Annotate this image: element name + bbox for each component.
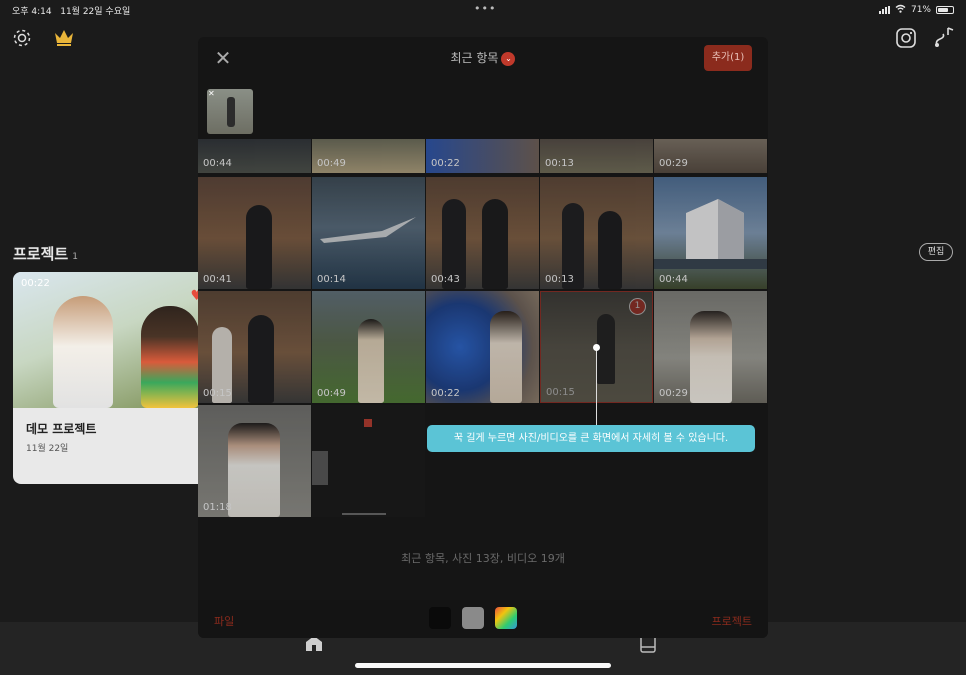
black-background-swatch[interactable] xyxy=(429,607,451,629)
media-tile[interactable]: 00:43 xyxy=(426,177,539,289)
media-tile[interactable]: 00:22 xyxy=(426,291,539,403)
media-tile[interactable]: 00:29 xyxy=(654,139,767,173)
add-button[interactable]: 추가(1) xyxy=(704,45,752,71)
media-tile[interactable] xyxy=(312,405,425,517)
media-tile[interactable]: 00:29 xyxy=(654,291,767,403)
demo-duration: 00:22 xyxy=(21,278,50,289)
projects-count: 1 xyxy=(72,252,78,262)
media-tile[interactable]: 00:13 xyxy=(540,177,653,289)
instagram-icon[interactable] xyxy=(896,28,916,52)
multitasking-dots-icon[interactable]: ••• xyxy=(474,2,496,15)
signal-icon xyxy=(878,6,890,14)
edit-button[interactable]: 편집 xyxy=(919,243,953,261)
status-bar: 오후 4:14 11월 22일 수요일 ••• 71% xyxy=(0,0,966,20)
wifi-icon xyxy=(895,4,906,16)
selected-item-thumbnail[interactable]: ✕ xyxy=(207,89,253,134)
media-tile[interactable]: 00:49 xyxy=(312,291,425,403)
status-date: 11월 22일 수요일 xyxy=(60,7,131,17)
projects-heading: 프로젝트 1 xyxy=(13,245,78,263)
selection-badge: 1 xyxy=(629,298,646,315)
project-button[interactable]: 프로젝트 xyxy=(712,613,752,629)
tooltip-anchor-dot xyxy=(593,344,600,351)
media-tile[interactable]: 00:15 xyxy=(198,291,311,403)
media-picker-modal: ✕ 최근 항목 ⌄ 추가(1) ✕ 00:44 00:49 00:22 00:13… xyxy=(198,37,768,638)
picker-header: ✕ 최근 항목 ⌄ 추가(1) xyxy=(198,37,768,79)
crown-icon[interactable] xyxy=(53,27,75,51)
battery-percent: 71% xyxy=(910,5,931,15)
media-tile[interactable]: 00:14 xyxy=(312,177,425,289)
tooltip-pointer xyxy=(596,347,597,425)
media-tile[interactable]: 00:13 xyxy=(540,139,653,173)
media-tile[interactable]: 00:44 xyxy=(654,177,767,289)
demo-project-name: 데모 프로젝트 xyxy=(26,422,97,436)
media-tile[interactable]: 00:22 xyxy=(426,139,539,173)
album-selector[interactable]: 최근 항목 ⌄ xyxy=(198,49,768,66)
gray-background-swatch[interactable] xyxy=(462,607,484,629)
media-tile[interactable]: 00:49 xyxy=(312,139,425,173)
demo-project-date: 11월 22일 xyxy=(26,444,69,454)
status-time: 오후 4:14 xyxy=(12,7,52,17)
remove-icon[interactable]: ✕ xyxy=(208,89,215,98)
media-tile[interactable]: 01:18 xyxy=(198,405,311,517)
gear-icon[interactable] xyxy=(11,27,33,53)
chevron-down-icon: ⌄ xyxy=(501,51,516,66)
picker-footer: 파일 프로젝트 xyxy=(198,600,768,638)
long-press-tooltip[interactable]: 꾹 길게 누르면 사진/비디오를 큰 화면에서 자세히 볼 수 있습니다. xyxy=(427,425,755,452)
file-button[interactable]: 파일 xyxy=(214,613,234,629)
demo-project-card[interactable]: 00:22 ♥ 데모 프로젝트 11월 22일 xyxy=(13,272,213,484)
media-tile[interactable]: 00:41 xyxy=(198,177,311,289)
media-tile[interactable]: 00:44 xyxy=(198,139,311,173)
album-summary: 최근 항목, 사진 13장, 비디오 19개 xyxy=(401,552,565,565)
demo-project-thumbnail: 00:22 ♥ xyxy=(13,272,213,408)
home-indicator[interactable] xyxy=(355,663,611,668)
color-swatch[interactable] xyxy=(495,607,517,629)
music-note-icon[interactable] xyxy=(933,26,955,52)
battery-icon xyxy=(936,6,954,14)
screen: 오후 4:14 11월 22일 수요일 ••• 71% 프로젝트 1 편집 00… xyxy=(0,0,966,675)
